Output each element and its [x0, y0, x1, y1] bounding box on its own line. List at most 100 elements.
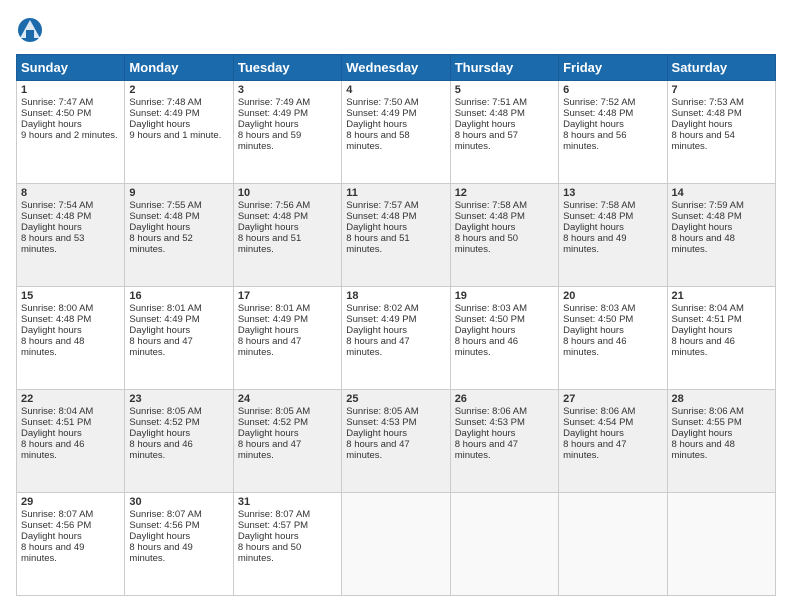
daylight-value: 9 hours and 1 minute. [129, 130, 221, 141]
sunset-label: Sunset: 4:49 PM [346, 314, 416, 325]
day-number: 17 [238, 290, 337, 302]
sunset-label: Sunset: 4:50 PM [455, 314, 525, 325]
calendar-header-monday: Monday [125, 55, 233, 81]
calendar-header-thursday: Thursday [450, 55, 558, 81]
calendar-day-18: 18Sunrise: 8:02 AMSunset: 4:49 PMDayligh… [342, 287, 450, 390]
calendar-empty-cell [559, 493, 667, 596]
daylight-value: 8 hours and 46 minutes. [455, 336, 518, 358]
daylight-label: Daylight hours [672, 222, 733, 233]
calendar-day-4: 4Sunrise: 7:50 AMSunset: 4:49 PMDaylight… [342, 81, 450, 184]
calendar-week-3: 15Sunrise: 8:00 AMSunset: 4:48 PMDayligh… [17, 287, 776, 390]
daylight-label: Daylight hours [21, 222, 82, 233]
daylight-value: 8 hours and 58 minutes. [346, 130, 409, 152]
sunset-label: Sunset: 4:50 PM [21, 108, 91, 119]
calendar-header-sunday: Sunday [17, 55, 125, 81]
day-number: 11 [346, 187, 445, 199]
sunset-label: Sunset: 4:48 PM [672, 211, 742, 222]
sunrise-label: Sunrise: 8:06 AM [563, 406, 635, 417]
calendar-day-29: 29Sunrise: 8:07 AMSunset: 4:56 PMDayligh… [17, 493, 125, 596]
sunrise-label: Sunrise: 7:55 AM [129, 200, 201, 211]
day-number: 10 [238, 187, 337, 199]
calendar-day-3: 3Sunrise: 7:49 AMSunset: 4:49 PMDaylight… [233, 81, 341, 184]
sunset-label: Sunset: 4:48 PM [21, 314, 91, 325]
daylight-label: Daylight hours [21, 428, 82, 439]
page: SundayMondayTuesdayWednesdayThursdayFrid… [0, 0, 792, 612]
sunrise-label: Sunrise: 7:51 AM [455, 97, 527, 108]
sunset-label: Sunset: 4:57 PM [238, 520, 308, 531]
calendar-week-2: 8Sunrise: 7:54 AMSunset: 4:48 PMDaylight… [17, 184, 776, 287]
sunset-label: Sunset: 4:49 PM [238, 108, 308, 119]
daylight-value: 8 hours and 51 minutes. [346, 233, 409, 255]
day-number: 25 [346, 393, 445, 405]
calendar-day-14: 14Sunrise: 7:59 AMSunset: 4:48 PMDayligh… [667, 184, 775, 287]
calendar-header-row: SundayMondayTuesdayWednesdayThursdayFrid… [17, 55, 776, 81]
sunrise-label: Sunrise: 8:06 AM [672, 406, 744, 417]
calendar-day-22: 22Sunrise: 8:04 AMSunset: 4:51 PMDayligh… [17, 390, 125, 493]
sunrise-label: Sunrise: 8:06 AM [455, 406, 527, 417]
sunrise-label: Sunrise: 8:01 AM [129, 303, 201, 314]
sunset-label: Sunset: 4:53 PM [455, 417, 525, 428]
logo [16, 16, 48, 44]
day-number: 16 [129, 290, 228, 302]
sunrise-label: Sunrise: 7:54 AM [21, 200, 93, 211]
sunrise-label: Sunrise: 8:05 AM [238, 406, 310, 417]
daylight-label: Daylight hours [21, 325, 82, 336]
day-number: 22 [21, 393, 120, 405]
sunrise-label: Sunrise: 7:58 AM [563, 200, 635, 211]
daylight-label: Daylight hours [129, 531, 190, 542]
daylight-value: 8 hours and 57 minutes. [455, 130, 518, 152]
daylight-label: Daylight hours [21, 531, 82, 542]
daylight-label: Daylight hours [455, 325, 516, 336]
calendar-day-21: 21Sunrise: 8:04 AMSunset: 4:51 PMDayligh… [667, 287, 775, 390]
daylight-label: Daylight hours [238, 531, 299, 542]
daylight-value: 8 hours and 59 minutes. [238, 130, 301, 152]
daylight-value: 8 hours and 53 minutes. [21, 233, 84, 255]
sunrise-label: Sunrise: 8:05 AM [346, 406, 418, 417]
sunset-label: Sunset: 4:48 PM [563, 108, 633, 119]
daylight-label: Daylight hours [21, 119, 82, 130]
daylight-label: Daylight hours [346, 222, 407, 233]
daylight-value: 8 hours and 51 minutes. [238, 233, 301, 255]
calendar-empty-cell [450, 493, 558, 596]
daylight-value: 8 hours and 48 minutes. [672, 439, 735, 461]
day-number: 23 [129, 393, 228, 405]
calendar-day-6: 6Sunrise: 7:52 AMSunset: 4:48 PMDaylight… [559, 81, 667, 184]
calendar-day-8: 8Sunrise: 7:54 AMSunset: 4:48 PMDaylight… [17, 184, 125, 287]
sunset-label: Sunset: 4:52 PM [129, 417, 199, 428]
day-number: 5 [455, 84, 554, 96]
day-number: 24 [238, 393, 337, 405]
day-number: 9 [129, 187, 228, 199]
day-number: 21 [672, 290, 771, 302]
day-number: 4 [346, 84, 445, 96]
sunset-label: Sunset: 4:49 PM [129, 108, 199, 119]
daylight-label: Daylight hours [129, 325, 190, 336]
sunset-label: Sunset: 4:48 PM [672, 108, 742, 119]
day-number: 26 [455, 393, 554, 405]
sunset-label: Sunset: 4:48 PM [238, 211, 308, 222]
calendar-header-wednesday: Wednesday [342, 55, 450, 81]
day-number: 3 [238, 84, 337, 96]
sunrise-label: Sunrise: 8:03 AM [563, 303, 635, 314]
calendar-day-31: 31Sunrise: 8:07 AMSunset: 4:57 PMDayligh… [233, 493, 341, 596]
logo-icon [16, 16, 44, 44]
calendar-day-20: 20Sunrise: 8:03 AMSunset: 4:50 PMDayligh… [559, 287, 667, 390]
sunset-label: Sunset: 4:52 PM [238, 417, 308, 428]
daylight-label: Daylight hours [346, 428, 407, 439]
daylight-label: Daylight hours [563, 325, 624, 336]
daylight-label: Daylight hours [563, 428, 624, 439]
sunset-label: Sunset: 4:50 PM [563, 314, 633, 325]
daylight-value: 8 hours and 47 minutes. [346, 336, 409, 358]
sunset-label: Sunset: 4:49 PM [238, 314, 308, 325]
sunset-label: Sunset: 4:51 PM [672, 314, 742, 325]
day-number: 19 [455, 290, 554, 302]
calendar-day-13: 13Sunrise: 7:58 AMSunset: 4:48 PMDayligh… [559, 184, 667, 287]
daylight-label: Daylight hours [346, 325, 407, 336]
sunrise-label: Sunrise: 8:02 AM [346, 303, 418, 314]
day-number: 14 [672, 187, 771, 199]
day-number: 7 [672, 84, 771, 96]
sunrise-label: Sunrise: 7:52 AM [563, 97, 635, 108]
day-number: 1 [21, 84, 120, 96]
sunset-label: Sunset: 4:49 PM [129, 314, 199, 325]
daylight-value: 8 hours and 47 minutes. [563, 439, 626, 461]
sunset-label: Sunset: 4:48 PM [455, 211, 525, 222]
